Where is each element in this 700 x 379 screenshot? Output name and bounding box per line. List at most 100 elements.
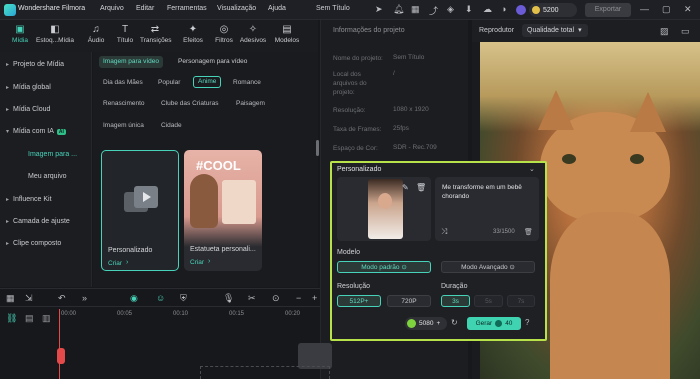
face-icon[interactable]: ☺ bbox=[156, 293, 165, 303]
download-icon[interactable]: ⬇ bbox=[465, 4, 473, 15]
chip-icon[interactable]: ◈ bbox=[447, 4, 454, 15]
generate-button[interactable]: Gerar 40 bbox=[467, 317, 521, 330]
prompt-text: Me transforme em um bebê chorando bbox=[442, 184, 522, 200]
drop-zone[interactable] bbox=[200, 366, 330, 379]
card-personalizado[interactable]: Personalizado Criar › bbox=[101, 150, 179, 271]
tab-filtros[interactable]: ◎ Filtros bbox=[209, 24, 239, 44]
face-image bbox=[378, 193, 392, 209]
skip-forward-icon[interactable]: » bbox=[82, 293, 87, 303]
chevron-right-icon: ▸ bbox=[6, 107, 10, 113]
tab-modelos[interactable]: ▤ Modelos bbox=[270, 24, 304, 44]
sidebar-item-influence-kit[interactable]: ▸ Influence Kit bbox=[6, 196, 52, 203]
refresh-icon[interactable]: ↻ bbox=[451, 318, 458, 327]
undo-icon[interactable]: ↶ bbox=[58, 293, 66, 304]
help-icon[interactable]: ? bbox=[525, 318, 529, 327]
grid-icon[interactable]: ▦ bbox=[411, 4, 420, 15]
card-estatueta[interactable]: #COOL Estatueta personali... Criar › bbox=[184, 150, 262, 271]
sidebar-item-midia-cloud[interactable]: ▸ Mídia Cloud bbox=[6, 106, 50, 113]
bell-icon[interactable]: 🔔︎ bbox=[393, 4, 404, 15]
link-icon[interactable]: ⛓ bbox=[6, 313, 17, 324]
clear-icon[interactable]: 🗑︎ bbox=[524, 228, 533, 236]
headset-icon[interactable]: ◑ bbox=[501, 4, 506, 14]
collapse-chevron-icon[interactable]: ⌄ bbox=[529, 165, 535, 173]
credits-badge[interactable]: 5200 bbox=[529, 3, 577, 17]
credit-balance[interactable]: 5080 + bbox=[405, 317, 447, 330]
tab-personagem-para-video[interactable]: Personagem para vídeo bbox=[174, 56, 251, 68]
prop-label-resolucao: Resolução: bbox=[333, 107, 366, 114]
category-cidade[interactable]: Cidade bbox=[161, 122, 182, 129]
dialog-title: Personalizado bbox=[337, 166, 382, 173]
create-link[interactable]: Criar bbox=[190, 259, 204, 266]
category-romance[interactable]: Romance bbox=[233, 79, 261, 86]
menu-ferramentas[interactable]: Ferramentas bbox=[167, 5, 207, 12]
sidebar-item-clipe-composto[interactable]: ▸ Clipe composto bbox=[6, 240, 61, 247]
share-icon[interactable]: ⤴ bbox=[429, 4, 438, 17]
zoom-out-icon[interactable]: − bbox=[296, 293, 301, 303]
track-video-icon[interactable]: ▤ bbox=[25, 313, 34, 324]
shuffle-icon[interactable]: ⤨ bbox=[441, 227, 447, 237]
image-icon[interactable]: ▨ bbox=[660, 26, 669, 37]
transition-icon: ⇄ bbox=[150, 24, 160, 35]
cloud-icon[interactable]: ☁ bbox=[483, 4, 492, 15]
sidebar-sub-imagem-para[interactable]: Imagem para ... bbox=[28, 151, 77, 158]
track-audio-icon[interactable]: ▥ bbox=[42, 313, 51, 324]
tab-efeitos[interactable]: ✦ Efeitos bbox=[178, 24, 208, 44]
cat-ear-left bbox=[538, 90, 574, 130]
category-dia-das-maes[interactable]: Dia das Mães bbox=[103, 79, 143, 86]
shield-icon[interactable]: ⛨ bbox=[180, 293, 187, 304]
sidebar-item-projeto-midia[interactable]: ▸ Projeto de Mídia bbox=[6, 61, 64, 68]
tab-título[interactable]: T Título bbox=[110, 24, 140, 44]
export-button[interactable]: Exportar bbox=[585, 3, 631, 17]
fullscreen-icon[interactable]: ▭ bbox=[681, 26, 690, 37]
menu-ajuda[interactable]: Ajuda bbox=[268, 5, 286, 12]
grid-icon[interactable]: ▦ bbox=[6, 293, 15, 304]
pointer-icon[interactable]: ⇲ bbox=[25, 293, 33, 304]
category-imagem-unica[interactable]: Imagem única bbox=[103, 122, 144, 129]
sidebar-item-midia-global[interactable]: ▸ Mídia global bbox=[6, 84, 51, 91]
sidebar-sub-meu-arquivo[interactable]: Meu arquivo bbox=[28, 173, 67, 180]
chevron-right-icon: ▸ bbox=[6, 241, 10, 247]
res-720p-button[interactable]: 720P bbox=[387, 295, 431, 307]
cat-eye-right bbox=[630, 154, 644, 164]
send-icon[interactable]: ➤ bbox=[375, 4, 383, 15]
avatar[interactable] bbox=[516, 5, 526, 15]
tab-adesivos[interactable]: ✧ Adesivos bbox=[238, 24, 268, 44]
tab-áudio[interactable]: ♫ Áudio bbox=[81, 24, 111, 44]
minimize-icon[interactable]: — bbox=[640, 4, 649, 14]
edit-icon[interactable]: ✎ bbox=[402, 183, 409, 192]
app-title: Wondershare Filmora bbox=[18, 5, 86, 12]
ai-clip-icon[interactable]: ◉ bbox=[130, 293, 138, 304]
category-popular[interactable]: Popular bbox=[158, 79, 180, 86]
tab-mídia[interactable]: ▣ Mídia bbox=[5, 24, 35, 44]
mic-icon[interactable]: 🎙︎ bbox=[223, 293, 234, 304]
content-scrollbar[interactable] bbox=[316, 140, 319, 156]
category-renascimento[interactable]: Renascimento bbox=[103, 100, 145, 107]
close-icon[interactable]: ✕ bbox=[684, 4, 692, 15]
res-512p-button[interactable]: 512P+ bbox=[337, 295, 381, 307]
playhead-marker[interactable] bbox=[57, 348, 65, 364]
sidebar-item-camada-ajuste[interactable]: ▸ Camada de ajuste bbox=[6, 218, 70, 225]
duration-3s-button[interactable]: 3s bbox=[441, 295, 470, 307]
tab-transições[interactable]: ⇄ Transições bbox=[140, 24, 172, 44]
tab-estoq-mídia[interactable]: ◧ Estoq...Mídia bbox=[34, 24, 76, 44]
zoom-in-icon[interactable]: + bbox=[312, 293, 317, 303]
trash-icon[interactable]: 🗑︎ bbox=[416, 183, 426, 192]
record-icon[interactable]: ⊙ bbox=[272, 293, 280, 304]
duration-7s-button: 7s bbox=[507, 295, 535, 307]
category-paisagem[interactable]: Paisagem bbox=[236, 100, 265, 107]
model-standard-button[interactable]: Modo padrão ⊙ bbox=[337, 261, 431, 273]
sidebar-item-midia-ia[interactable]: ▾ Mídia com IA AI bbox=[6, 128, 66, 135]
create-link[interactable]: Criar bbox=[108, 260, 122, 267]
category-clube-criaturas[interactable]: Clube das Criaturas bbox=[161, 100, 218, 107]
playhead[interactable] bbox=[59, 309, 60, 379]
menu-visualizacao[interactable]: Visualização bbox=[217, 5, 256, 12]
ai-badge: AI bbox=[56, 129, 66, 135]
quality-select[interactable]: Qualidade total ▾ bbox=[522, 24, 588, 37]
tab-imagem-para-video[interactable]: Imagem para vídeo bbox=[99, 56, 164, 68]
maximize-icon[interactable]: ▢ bbox=[662, 4, 671, 15]
scissors-icon[interactable]: ✂ bbox=[248, 293, 256, 304]
model-advanced-button[interactable]: Modo Avançado ⊙ bbox=[441, 261, 535, 273]
category-anime[interactable]: Anime bbox=[193, 76, 222, 88]
menu-arquivo[interactable]: Arquivo bbox=[100, 5, 124, 12]
menu-editar[interactable]: Editar bbox=[136, 5, 154, 12]
